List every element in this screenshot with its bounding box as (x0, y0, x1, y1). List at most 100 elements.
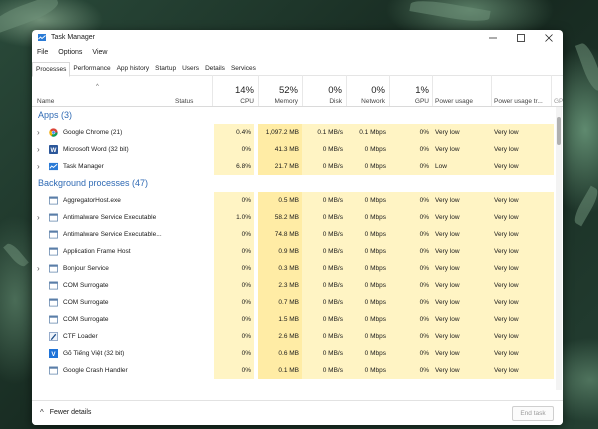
column-power-usage-trend[interactable]: Power usage tr... (494, 98, 543, 105)
tab-bar: Processes Performance App history Startu… (32, 62, 563, 77)
process-icon (49, 281, 58, 290)
disk-cell: 0 MB/s (302, 141, 346, 158)
close-button[interactable] (535, 30, 563, 46)
gpu-cell: 0% (389, 294, 432, 311)
gpu-engine-cell (551, 345, 554, 362)
column-memory[interactable]: Memory (260, 98, 298, 105)
cpu-cell: 0% (214, 260, 254, 277)
tab-app-history[interactable]: App history (114, 62, 153, 75)
group-header[interactable]: Background processes (47) (32, 175, 554, 192)
process-icon (49, 298, 58, 307)
process-row[interactable]: AggregatorHost.exe 0% 0.5 MB 0 MB/s 0 Mbps 0%… (32, 192, 554, 209)
cpu-cell: 0% (214, 243, 254, 260)
disk-cell: 0 MB/s (302, 345, 346, 362)
network-cell: 0 Mbps (346, 328, 389, 345)
tab-services[interactable]: Services (228, 62, 259, 75)
power-usage-trend-cell: Very low (491, 124, 551, 141)
process-row[interactable]: Google Crash Handler 0% 0.1 MB 0 MB/s 0 Mbps… (32, 362, 554, 379)
power-usage-trend-cell: Very low (491, 209, 551, 226)
power-usage-cell: Very low (432, 209, 491, 226)
process-row[interactable]: › Task Manager 6.8% 21.7 MB 0 MB/s 0 Mbps 0% Lo… (32, 158, 554, 175)
process-row[interactable]: COM Surrogate 0% 0.7 MB 0 MB/s 0 Mbps 0% Very … (32, 294, 554, 311)
gpu-cell: 0% (389, 345, 432, 362)
process-row[interactable]: COM Surrogate 0% 1.5 MB 0 MB/s 0 Mbps 0% Very … (32, 311, 554, 328)
column-power-usage[interactable]: Power usage (435, 98, 473, 105)
scrollbar-thumb[interactable] (557, 117, 561, 145)
power-usage-cell: Very low (432, 362, 491, 379)
disk-cell: 0 MB/s (302, 158, 346, 175)
disk-cell: 0 MB/s (302, 328, 346, 345)
power-usage-cell: Very low (432, 311, 491, 328)
expand-chevron-icon[interactable]: › (37, 209, 40, 226)
tab-startup[interactable]: Startup (152, 62, 179, 75)
process-row[interactable]: Antimalware Service Executable... 0% 74.8 … (32, 226, 554, 243)
tab-details[interactable]: Details (202, 62, 228, 75)
maximize-button[interactable] (507, 30, 535, 46)
gpu-engine-cell (551, 226, 554, 243)
column-disk[interactable]: Disk (304, 98, 342, 105)
power-usage-cell: Very low (432, 328, 491, 345)
column-name[interactable]: Name (37, 98, 54, 105)
power-usage-cell: Very low (432, 243, 491, 260)
column-gpu[interactable]: GPU (391, 98, 429, 105)
process-row[interactable]: › Google Chrome (21) 0.4% 1,097.2 MB 0.1 MB/… (32, 124, 554, 141)
gpu-engine-cell (551, 362, 554, 379)
column-divider (258, 75, 259, 106)
gpu-engine-cell (551, 277, 554, 294)
menu-options[interactable]: Options (53, 47, 87, 59)
gpu-cell: 0% (389, 124, 432, 141)
gpu-cell: 0% (389, 277, 432, 294)
vertical-scrollbar[interactable] (556, 107, 562, 390)
memory-cell: 58.2 MB (258, 209, 302, 226)
process-name: Task Manager (63, 163, 104, 170)
word-icon: W (49, 145, 58, 154)
menu-file[interactable]: File (32, 47, 53, 59)
expand-chevron-icon[interactable]: › (37, 141, 40, 158)
process-row[interactable]: › W Microsoft Word (32 bit) 0% 41.3 MB 0 MB/s… (32, 141, 554, 158)
gpu-cell: 0% (389, 209, 432, 226)
process-row[interactable]: COM Surrogate 0% 2.3 MB 0 MB/s 0 Mbps 0% Very … (32, 277, 554, 294)
disk-cell: 0 MB/s (302, 311, 346, 328)
column-status[interactable]: Status (175, 98, 193, 105)
power-usage-trend-cell: Very low (491, 311, 551, 328)
process-row[interactable]: Application Frame Host 0% 0.9 MB 0 MB/s 0 Mb… (32, 243, 554, 260)
power-usage-trend-cell: Very low (491, 328, 551, 345)
expand-chevron-icon[interactable]: › (37, 158, 40, 175)
group-header[interactable]: Apps (3) (32, 107, 554, 124)
network-cell: 0 Mbps (346, 362, 389, 379)
tab-performance[interactable]: Performance (70, 62, 113, 75)
task-manager-window: Task Manager File Options View Processes… (32, 30, 563, 425)
minimize-button[interactable] (479, 30, 507, 46)
process-icon (49, 196, 58, 205)
column-gpu-engine[interactable]: GP (554, 98, 563, 105)
menu-view[interactable]: View (87, 47, 112, 59)
title-bar[interactable]: Task Manager (32, 30, 563, 46)
disk-cell: 0 MB/s (302, 209, 346, 226)
column-cpu[interactable]: CPU (214, 98, 254, 105)
expand-chevron-icon[interactable]: › (37, 124, 40, 141)
tab-users[interactable]: Users (179, 62, 202, 75)
column-divider (389, 75, 390, 106)
process-row[interactable]: › Bonjour Service 0% 0.3 MB 0 MB/s 0 Mbps 0% Ve… (32, 260, 554, 277)
process-name: Microsoft Word (32 bit) (63, 146, 129, 153)
gpu-engine-cell (551, 260, 554, 277)
fewer-details-button[interactable]: ^ Fewer details (40, 408, 91, 417)
group-title: Background processes (47) (38, 178, 149, 188)
process-name: Google Chrome (21) (63, 129, 123, 136)
gpu-cell: 0% (389, 328, 432, 345)
process-row[interactable]: CTF Loader 0% 2.6 MB 0 MB/s 0 Mbps 0% Very low… (32, 328, 554, 345)
cpu-cell: 0% (214, 345, 254, 362)
network-cell: 0 Mbps (346, 192, 389, 209)
power-usage-cell: Very low (432, 226, 491, 243)
column-network[interactable]: Network (348, 98, 385, 105)
memory-cell: 0.5 MB (258, 192, 302, 209)
expand-chevron-icon[interactable]: › (37, 260, 40, 277)
process-row[interactable]: V Gõ Tiếng Việt (32 bit) 0% 0.6 MB 0 MB/s 0 M… (32, 345, 554, 362)
process-name: Antimalware Service Executable... (63, 231, 162, 238)
gpu-total: 1% (415, 85, 429, 96)
process-row[interactable]: › Antimalware Service Executable 1.0% 58.2 … (32, 209, 554, 226)
end-task-button[interactable]: End task (512, 406, 554, 421)
gpu-engine-cell (551, 124, 554, 141)
power-usage-cell: Very low (432, 345, 491, 362)
network-cell: 0 Mbps (346, 260, 389, 277)
